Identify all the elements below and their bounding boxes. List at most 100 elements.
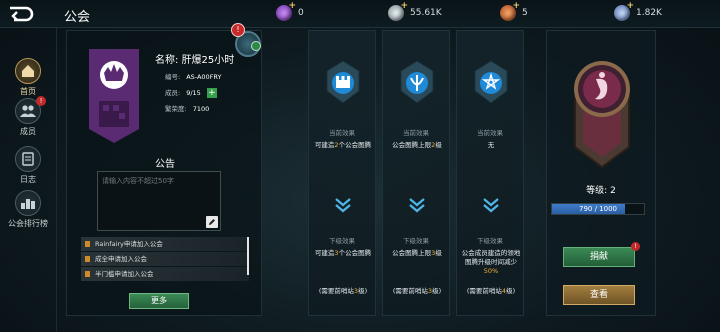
next-effect-text: 公会成员建造的领地图腾升级时间减少 50% (459, 249, 523, 276)
current-effect-text: 公会图腾上限2级 (385, 141, 449, 150)
current-effect-text: 无 (459, 141, 523, 150)
silver-coin-icon: + (388, 1, 408, 21)
effect-text-part: 公会图腾上限 (392, 249, 432, 257)
pencil-icon (209, 219, 215, 225)
guild-members-label: 成员: (165, 89, 181, 97)
notice-input[interactable] (98, 172, 220, 230)
build-column-rune: 当前效果 公会图腾上限2级 下级效果 公会图腾上限3级 (需要前哨站3级) (382, 30, 450, 316)
requirement-text: (需要前哨站3级) (385, 287, 449, 296)
log-icon (15, 146, 41, 172)
requirement-text: (需要前哨站3级) (311, 287, 375, 296)
donate-button[interactable]: 捐献 (563, 247, 635, 267)
current-effect-label: 当前效果 (477, 129, 503, 137)
req-text-part: (需要前哨站 (466, 287, 502, 295)
guild-banner-icon (89, 49, 139, 143)
guild-level-emblem-icon (574, 61, 630, 169)
resource-blue-crystal[interactable]: + 1.82K (614, 1, 662, 21)
next-effect-text: 公会图腾上限3级 (385, 249, 449, 258)
resource-gold-orb[interactable]: + 5 (500, 1, 528, 21)
home-icon (15, 58, 41, 84)
star-sigil-icon (474, 61, 508, 103)
chevron-down-icon (409, 198, 425, 213)
edit-notice-button[interactable] (206, 216, 218, 228)
sidebar-item-label: 首页 (20, 87, 36, 96)
chevron-down-icon (483, 198, 499, 213)
guild-prosperity-value: 7100 (192, 105, 210, 113)
list-item: Rainfairy申请加入公会 (81, 237, 249, 251)
guild-info-panel: 名称: 肝爆25小时 编号: AS-A00FRY 成员: 9/15 + 繁荣度: 71… (66, 23, 262, 316)
notice-box (97, 171, 221, 231)
exp-progress-text: 790 / 1000 (579, 205, 617, 213)
resource-value: 55.61K (410, 8, 442, 18)
gold-orb-icon: + (500, 1, 520, 21)
effect-text-part: 个公会图腾 (338, 249, 372, 257)
effect-text-part: 级 (435, 249, 442, 257)
guild-log-list: Rainfairy申请加入公会 成全申请加入公会 半门槛申请加入公会 (81, 237, 249, 282)
list-item: 成全申请加入公会 (81, 252, 249, 266)
current-effect-label: 当前效果 (403, 129, 429, 137)
guild-level-label: 等级: (586, 186, 608, 196)
rune-icon (400, 61, 434, 103)
requirement-text: (需要前哨站4级) (459, 287, 523, 296)
guild-id-row: 编号: AS-A00FRY (165, 71, 222, 81)
guild-members-row: 成员: 9/15 + (165, 87, 217, 98)
sidebar-item-ranking[interactable]: 公会排行榜 (0, 190, 56, 229)
guild-members-value: 9/15 (186, 89, 201, 97)
view-button[interactable]: 查看 (563, 285, 635, 305)
next-effect-label: 下级效果 (477, 237, 503, 245)
req-text-part: 级) (432, 287, 442, 295)
exp-progress-bar: 790 / 1000 (551, 203, 645, 215)
guild-name: 名称: 肝爆25小时 (155, 51, 234, 66)
blue-crystal-icon: + (614, 1, 634, 21)
back-arrow-icon (10, 6, 34, 22)
resource-value: 1.82K (636, 8, 662, 18)
req-text-part: 级) (358, 287, 368, 295)
add-member-button[interactable]: + (206, 88, 217, 98)
effect-text-part: 级 (435, 141, 442, 149)
back-button[interactable] (6, 3, 36, 25)
castle-icon (326, 61, 360, 103)
req-text-part: 级) (506, 287, 516, 295)
effect-text-part: 公会图腾上限 (392, 141, 432, 149)
sidebar-divider (56, 28, 57, 332)
sidebar-item-home[interactable]: 首页 (0, 58, 56, 97)
notice-title: 公告 (155, 159, 175, 170)
chevron-down-icon (335, 198, 351, 213)
more-button[interactable]: 更多 (129, 293, 189, 309)
effect-value: 50% (483, 267, 499, 275)
guild-prosperity-row: 繁荣度: 7100 (165, 103, 209, 113)
effect-text-part: 可建造 (314, 141, 335, 149)
resource-silver-coin[interactable]: + 55.61K (388, 1, 442, 21)
sidebar-item-label: 日志 (20, 175, 36, 184)
sidebar-item-log[interactable]: 日志 (0, 146, 56, 185)
avatar-status-badge (251, 41, 261, 51)
log-scrollbar[interactable] (247, 237, 249, 275)
req-text-part: (需要前哨站 (392, 287, 428, 295)
next-effect-label: 下级效果 (329, 237, 355, 245)
effect-text-part: 个公会图腾 (338, 141, 372, 149)
members-alert-badge: ! (36, 96, 46, 106)
current-effect-label: 当前效果 (329, 129, 355, 137)
list-item: 半门槛申请加入公会 (81, 267, 249, 281)
resource-value: 0 (298, 8, 304, 18)
donate-alert-badge: ! (631, 242, 640, 251)
sidebar-item-label: 成员 (20, 127, 36, 136)
next-effect-text: 可建造3个公会图腾 (311, 249, 375, 258)
avatar-alert-badge: ! (231, 23, 245, 37)
ranking-icon (15, 190, 41, 216)
sidebar-item-members[interactable]: ! 成员 (0, 96, 56, 137)
top-bar: 公会 + 0 + 55.61K + 5 + 1.82K (0, 0, 720, 28)
guild-level-value: 2 (610, 186, 616, 196)
effect-text-part: 公会成员建造的领地图腾升级时间减少 (461, 249, 521, 266)
guild-id-value: AS-A00FRY (186, 73, 222, 81)
effect-text-part: 无 (487, 141, 495, 149)
effect-text-part: 可建造 (314, 249, 335, 257)
build-column-sigil: 当前效果 无 下级效果 公会成员建造的领地图腾升级时间减少 50% (需要前哨站4… (456, 30, 524, 316)
guild-name-label: 名称: (155, 55, 179, 66)
resource-value: 5 (522, 8, 528, 18)
page-title: 公会 (64, 10, 91, 25)
resource-purple-gem[interactable]: + 0 (276, 1, 304, 21)
guild-id-label: 编号: (165, 73, 181, 81)
current-effect-text: 可建造2个公会图腾 (311, 141, 375, 150)
build-column-castle: 当前效果 可建造2个公会图腾 下级效果 可建造3个公会图腾 (需要前哨站3级) (308, 30, 376, 316)
